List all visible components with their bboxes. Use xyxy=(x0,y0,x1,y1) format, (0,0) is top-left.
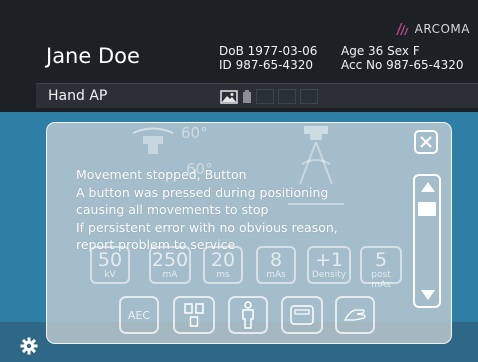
post-mas-button: 5 post mAs xyxy=(360,246,402,290)
error-title: Movement stopped, Button xyxy=(76,167,247,182)
exam-title: Hand AP xyxy=(48,88,108,104)
patient-name: Jane Doe xyxy=(46,44,140,68)
image-icon xyxy=(220,89,238,104)
patient-position-button xyxy=(228,296,268,334)
field-select-button xyxy=(173,296,215,334)
patient-info-right: Age 36 Sex F Acc No 987-65-4320 xyxy=(341,44,464,72)
brand-name: ARCOMA xyxy=(414,22,470,36)
gear-icon[interactable] xyxy=(20,337,38,355)
error-message: Movement stopped, Button A button was pr… xyxy=(76,166,338,254)
tube-tilt-icon xyxy=(132,127,174,154)
exam-icons xyxy=(220,89,318,104)
arrow-up-icon[interactable] xyxy=(421,182,435,192)
empty-slot xyxy=(300,89,318,104)
arrow-down-icon[interactable] xyxy=(421,290,435,300)
detector-select-button xyxy=(281,296,323,334)
message-scrollbar[interactable] xyxy=(413,174,441,308)
empty-slot xyxy=(278,89,296,104)
patient-dob: DoB 1977-03-06 xyxy=(219,44,318,58)
error-line: A button was pressed during positioning xyxy=(76,184,329,200)
hand-button xyxy=(335,296,375,334)
scroll-thumb[interactable] xyxy=(418,202,436,216)
field-select-icon xyxy=(184,303,204,327)
patient-icon xyxy=(242,301,254,329)
detector-select-icon xyxy=(290,305,314,325)
detector-icon xyxy=(243,89,251,103)
screen: ARCOMA Jane Doe DoB 1977-03-06 ID 987-65… xyxy=(0,0,478,362)
patient-acc-no: Acc No 987-65-4320 xyxy=(341,58,464,72)
brand-logo: ARCOMA xyxy=(395,22,470,36)
patient-age-sex: Age 36 Sex F xyxy=(341,44,420,58)
aec-button: AEC xyxy=(119,296,159,334)
patient-info-left: DoB 1977-03-06 ID 987-65-4320 xyxy=(219,44,317,72)
hand-icon xyxy=(343,309,366,321)
error-line: report problem to service xyxy=(76,237,236,252)
tube-angle: 60° xyxy=(181,124,208,142)
error-line: causing all movements to stop xyxy=(76,202,269,217)
patient-id: ID 987-65-4320 xyxy=(219,58,313,72)
arcoma-logo-icon xyxy=(395,23,409,35)
exam-row[interactable]: Hand AP xyxy=(36,83,478,108)
empty-slot xyxy=(256,89,274,104)
close-icon xyxy=(420,136,432,148)
close-button[interactable] xyxy=(414,130,438,154)
error-line: If persistent error with no obvious reas… xyxy=(76,219,338,235)
